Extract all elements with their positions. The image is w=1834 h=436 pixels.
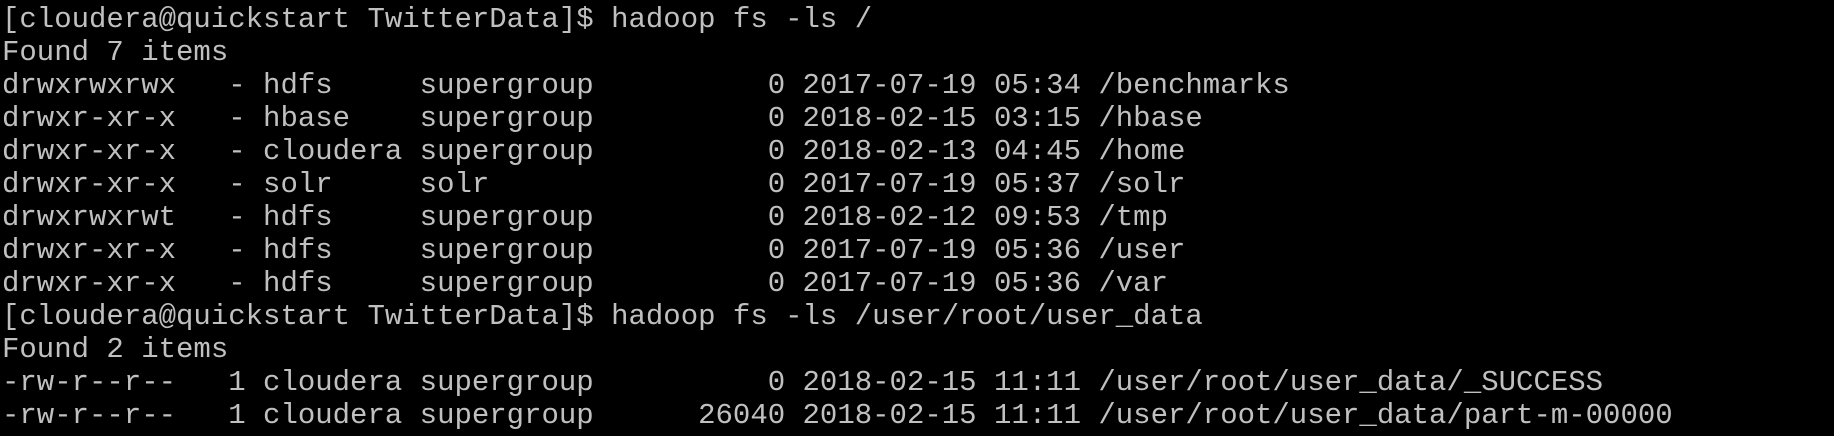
listing-row-hbase: drwxr-xr-x - hbase supergroup 0 2018-02-… <box>2 102 1203 135</box>
listing-row-benchmarks: drwxrwxrwx - hdfs supergroup 0 2017-07-1… <box>2 69 1290 102</box>
terminal-window[interactable]: [cloudera@quickstart TwitterData]$ hadoo… <box>0 0 1834 436</box>
listing-row-tmp: drwxrwxrwt - hdfs supergroup 0 2018-02-1… <box>2 201 1168 234</box>
output-found-count: Found 7 items <box>2 36 229 69</box>
output-found-count: Found 2 items <box>2 333 229 366</box>
listing-row-solr: drwxr-xr-x - solr solr 0 2017-07-19 05:3… <box>2 168 1186 201</box>
command-line-ls-root: [cloudera@quickstart TwitterData]$ hadoo… <box>2 3 873 36</box>
listing-row-part-m-00000: -rw-r--r-- 1 cloudera supergroup 26040 2… <box>2 399 1673 432</box>
listing-row-user: drwxr-xr-x - hdfs supergroup 0 2017-07-1… <box>2 234 1186 267</box>
command-line-ls-user-data: [cloudera@quickstart TwitterData]$ hadoo… <box>2 300 1203 333</box>
listing-row-success: -rw-r--r-- 1 cloudera supergroup 0 2018-… <box>2 366 1604 399</box>
listing-row-var: drwxr-xr-x - hdfs supergroup 0 2017-07-1… <box>2 267 1168 300</box>
listing-row-home: drwxr-xr-x - cloudera supergroup 0 2018-… <box>2 135 1186 168</box>
